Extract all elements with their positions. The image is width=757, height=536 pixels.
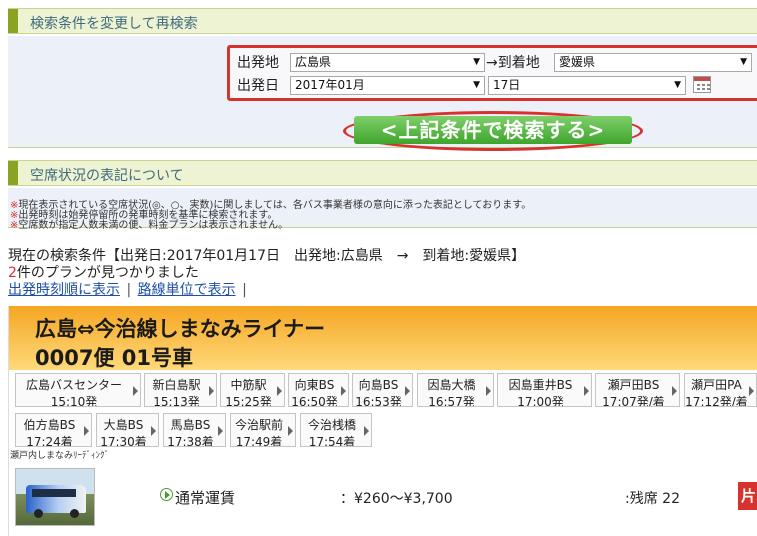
month-select[interactable]: 2017年01月 ▼ (290, 76, 485, 95)
notes-section-title: 空席状況の表記について (30, 168, 184, 184)
sort-by-time-link[interactable]: 出発時刻順に表示 (8, 282, 120, 298)
stop-item: 新白島駅 15:13発 (144, 373, 217, 407)
search-condition: 現在の検索条件【出発日:2017年01月17日 出発地:広島県 → 到着地:愛媛… (8, 248, 526, 264)
result-count: 2件のプランが見つかりました (8, 265, 199, 281)
calendar-icon[interactable] (693, 76, 711, 93)
one-way-button[interactable]: 片 (738, 482, 757, 510)
seats-remaining: :残席 22 (625, 491, 680, 507)
stop-item: 因島大橋 16:57発 (417, 373, 494, 407)
to-select[interactable]: 愛媛県 ▼ (554, 53, 752, 72)
stop-item: 因島重井BS 17:00発 (497, 373, 592, 407)
dropdown-arrow-icon: ▼ (674, 80, 681, 90)
note-line: 空席数が指定人数未満の便、料金プランは表示されません。 (10, 221, 757, 231)
stop-item: 広島バスセンター 15:10発 (15, 373, 141, 407)
route-name: 広島⇔今治線しまなみライナー (35, 317, 326, 341)
stop-item: 瀬戸田BS 17:07発/着 (595, 373, 680, 407)
stop-item: 今治桟橋 17:54着 (300, 413, 372, 447)
search-panel: 出発地 広島県 ▼ →到着地 愛媛県 ▼ 出発日 2017年01月 ▼ 17日 ▼ <上… (8, 36, 757, 151)
bus-photo (15, 468, 95, 526)
from-label: 出発地 (237, 55, 279, 71)
sort-by-route-link[interactable]: 路線単位で表示 (138, 282, 236, 298)
notes-section-header: 空席状況の表記について (8, 160, 757, 186)
stop-item: 大島BS 17:30着 (96, 413, 159, 447)
trip-number: 0007便 01号車 (35, 346, 193, 370)
search-form: 出発地 広島県 ▼ →到着地 愛媛県 ▼ 出発日 2017年01月 ▼ 17日 ▼ (227, 45, 757, 101)
dropdown-arrow-icon: ▼ (473, 57, 480, 67)
sort-links: 出発時刻順に表示 | 路線単位で表示 | (8, 282, 247, 298)
search-section-header: 検索条件を変更して再検索 (8, 8, 757, 34)
dropdown-arrow-icon: ▼ (740, 57, 747, 67)
search-section-title: 検索条件を変更して再検索 (30, 16, 198, 32)
notes-panel: 現在表示されている空席状況(◎、○、実数)に関しましては、各バス事業者様の意向に… (8, 188, 757, 231)
fare-value: ：¥260〜¥3,700 (340, 491, 453, 507)
stop-item: 瀬戸田PA 17:12発/着 (684, 373, 757, 407)
date-label: 出発日 (237, 78, 279, 94)
to-label: →到着地 (486, 55, 540, 71)
play-circle-icon (160, 488, 173, 501)
stop-item: 中筋駅 15:25発 (220, 373, 285, 407)
dropdown-arrow-icon: ▼ (473, 80, 480, 90)
stop-item: 向東BS 16:50発 (288, 373, 349, 407)
from-select[interactable]: 広島県 ▼ (290, 53, 485, 72)
stop-item: 伯方島BS 17:24着 (15, 413, 92, 447)
route-header: 広島⇔今治線しまなみライナー 0007便 01号車 (9, 306, 757, 370)
operator-name: 瀬戸内しまなみﾘｰﾃﾞｨﾝｸﾞ (10, 451, 110, 461)
stop-item: 向島BS 16:53発 (352, 373, 413, 407)
day-select[interactable]: 17日 ▼ (488, 76, 686, 95)
fare-label[interactable]: 通常運賃 (175, 487, 235, 508)
stop-item: 今治駅前 17:49着 (230, 413, 296, 447)
stop-item: 馬島BS 17:38着 (163, 413, 226, 447)
result-summary: 現在の検索条件【出発日:2017年01月17日 出発地:広島県 → 到着地:愛媛… (8, 248, 525, 299)
search-button[interactable]: <上記条件で検索する> (354, 116, 632, 144)
